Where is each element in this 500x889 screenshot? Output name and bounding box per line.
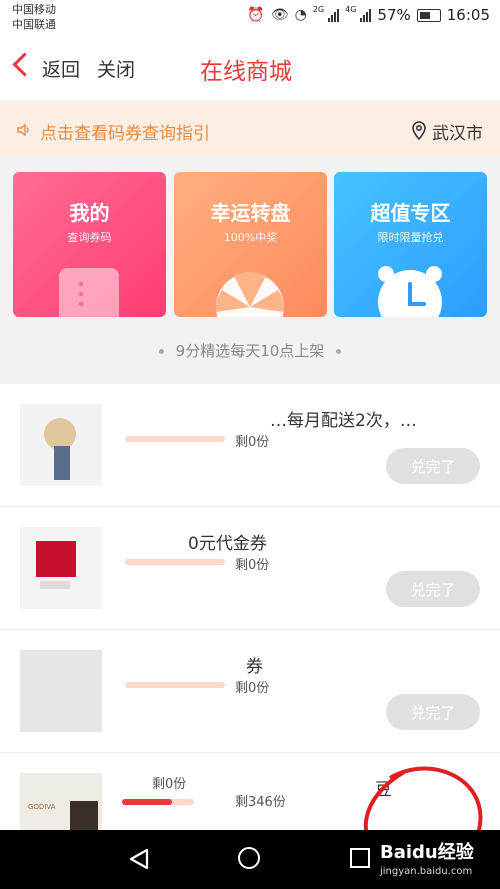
network-type-1: 2G (312, 4, 325, 14)
progress-bar (125, 436, 225, 442)
notice-text[interactable]: 点击查看码券查询指引 (40, 119, 210, 144)
sold-out-button[interactable]: 兑完了 (386, 571, 480, 607)
remaining-count: 剩0份 (235, 558, 270, 573)
dot-icon (336, 349, 342, 354)
product-thumbnail (20, 650, 102, 732)
carrier-2: 中国联通 (12, 18, 56, 31)
product-title[interactable]: 豆 (375, 775, 475, 800)
speaker-icon (17, 123, 29, 137)
signal-icon (328, 8, 340, 22)
back-chevron-icon[interactable] (12, 52, 37, 77)
network-type-2: 4G (345, 4, 357, 14)
tagline-text: 9分精选每天10点上架 (175, 342, 325, 360)
product-row[interactable]: 券 剩0份 兑完了 (0, 630, 500, 753)
remaining-count: 剩0份 (235, 435, 270, 450)
signal-icon (360, 8, 372, 22)
notice-bar[interactable]: 点击查看码券查询指引 武汉市 (0, 103, 500, 156)
alarm-clock-icon (378, 266, 442, 317)
nav-bar: 返回 关闭 在线商城 (0, 38, 500, 100)
remaining-count: 剩0份 (235, 681, 270, 696)
battery-percent: 57% (377, 6, 411, 24)
battery-icon (416, 8, 441, 22)
card-my-coupons[interactable]: 我的 查询券码 (13, 172, 166, 317)
product-row[interactable]: …每月配送2次，… 剩0份 兑完了 (0, 384, 500, 507)
product-list[interactable]: …每月配送2次，… 剩0份 兑完了 0元代金券 剩0份 兑完了 券 剩0份 兑完… (0, 384, 500, 830)
dot-icon (158, 349, 164, 354)
wifi-icon: ◔ (294, 7, 307, 23)
page-title: 在线商城 (200, 59, 292, 85)
remaining-count: 剩346份 (235, 795, 286, 810)
carrier-1: 中国移动 (12, 3, 56, 16)
product-title[interactable]: 券 (246, 652, 476, 677)
clock: 16:05 (446, 6, 490, 24)
tagline: 9分精选每天10点上架 (0, 340, 500, 361)
progress-bar (125, 559, 225, 565)
product-thumbnail (20, 404, 102, 486)
sold-out-button[interactable]: 兑完了 (386, 448, 480, 484)
watermark-url: jingyan.baidu.com (380, 866, 473, 877)
back-button[interactable]: 返回 (42, 55, 80, 82)
eye-icon: 👁 (270, 7, 289, 23)
progress-bar (122, 799, 194, 805)
product-row[interactable]: GODIVA 豆 剩0份 剩346份 (0, 753, 500, 830)
watermark-brand: Baidu经验 (380, 842, 474, 863)
sold-out-button[interactable]: 兑完了 (386, 694, 480, 730)
status-bar: 中国移动 中国联通 ⏰ 👁 ◔ 2G 4G 57% 16:05 (0, 0, 500, 38)
product-thumbnail: GODIVA (20, 773, 102, 830)
close-button[interactable]: 关闭 (97, 55, 135, 82)
recent-apps-icon[interactable] (350, 848, 370, 868)
remaining-count: 剩0份 (152, 777, 187, 792)
product-title[interactable]: 0元代金券 (188, 529, 478, 554)
card-lucky-wheel[interactable]: 幸运转盘 100%中奖 (174, 172, 327, 317)
wheel-icon (215, 272, 285, 317)
location-pin-icon[interactable] (410, 120, 428, 140)
city-selector[interactable]: 武汉市 (432, 119, 483, 144)
alarm-icon: ⏰ (247, 7, 265, 23)
back-triangle-icon[interactable] (128, 848, 150, 870)
product-thumbnail (20, 527, 102, 609)
card-special-zone[interactable]: 超值专区 限时限量抢兑 (334, 172, 487, 317)
product-title[interactable]: …每月配送2次，… (270, 406, 480, 431)
ticket-icon (59, 268, 119, 317)
svg-text:GODIVA: GODIVA (28, 803, 56, 811)
product-row[interactable]: 0元代金券 剩0份 兑完了 (0, 507, 500, 630)
home-icon[interactable] (238, 847, 260, 869)
progress-bar (125, 682, 225, 688)
status-icons: ⏰ 👁 ◔ 2G 4G 57% 16:05 (247, 4, 490, 25)
watermark: Baidu经验 jingyan.baidu.com (380, 838, 474, 877)
